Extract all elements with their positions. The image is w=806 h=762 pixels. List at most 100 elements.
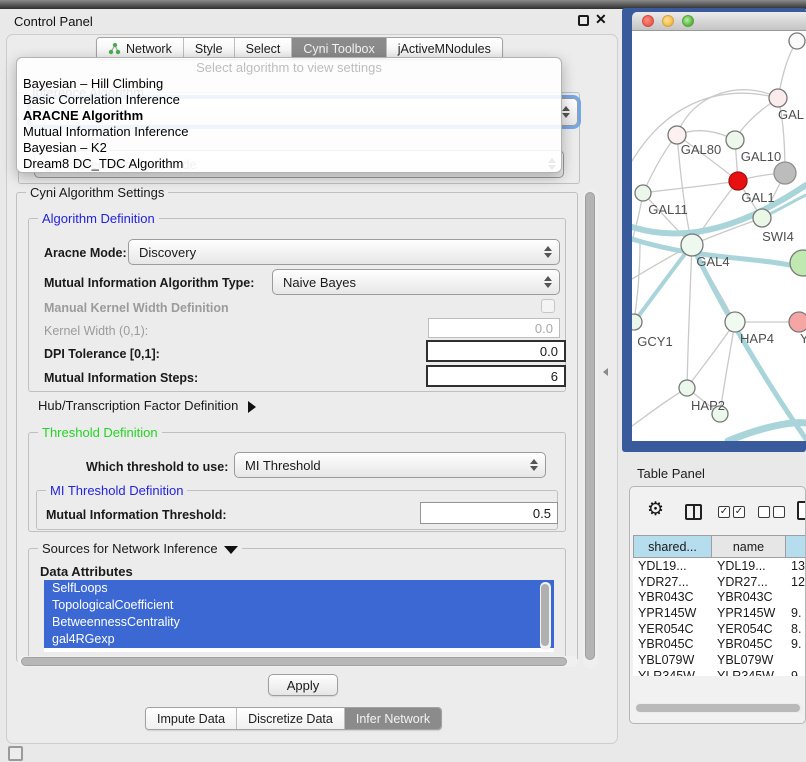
- which-threshold-combo[interactable]: MI Threshold: [234, 452, 546, 478]
- list-item-topologicalcoefficient[interactable]: TopologicalCoefficient: [44, 597, 554, 614]
- expanded-arrow-icon[interactable]: [224, 546, 238, 554]
- table-cell[interactable]: YBR043C: [633, 589, 712, 605]
- checked-checkbox-icon[interactable]: ✓: [718, 506, 730, 518]
- settings-horizontal-scrollbar[interactable]: [18, 656, 578, 667]
- unchecked-checkbox-icon[interactable]: [758, 506, 770, 518]
- minimized-panel-icon[interactable]: [8, 746, 23, 761]
- attributes-list-scrollbar[interactable]: [540, 582, 551, 650]
- node-GAL10[interactable]: [726, 131, 744, 149]
- scrollbar-thumb[interactable]: [541, 584, 549, 646]
- popup-item-basic-correlation[interactable]: Basic Correlation Inference: [17, 92, 561, 108]
- network-edge[interactable]: [634, 241, 640, 322]
- node-SWI4[interactable]: [790, 250, 806, 276]
- column-header-partial[interactable]: [786, 535, 806, 558]
- table-cell[interactable]: 12: [786, 574, 806, 590]
- tab-select[interactable]: Select: [234, 38, 292, 59]
- aracne-mode-combo[interactable]: Discovery: [128, 239, 560, 265]
- splitter-collapse-icon[interactable]: [603, 368, 608, 376]
- table-cell[interactable]: YER054C: [633, 621, 712, 637]
- network-edge[interactable]: [643, 181, 738, 193]
- page-icon[interactable]: [797, 501, 806, 520]
- node-gray[interactable]: [774, 162, 796, 184]
- table-cell[interactable]: YDR27...: [633, 574, 712, 590]
- table-cell[interactable]: YDR27...: [712, 574, 786, 590]
- minimize-traffic-light-icon[interactable]: [662, 15, 674, 27]
- network-edge[interactable]: [728, 423, 806, 441]
- tab-infer-network[interactable]: Infer Network: [344, 708, 441, 729]
- node-HAP2[interactable]: [679, 380, 695, 396]
- table-cell[interactable]: 8.: [786, 621, 806, 637]
- node-GAL4[interactable]: [681, 234, 703, 256]
- network-edge[interactable]: [687, 322, 735, 388]
- table-cell[interactable]: 9.: [786, 668, 806, 676]
- mi-steps-field[interactable]: 6: [426, 365, 566, 387]
- settings-vertical-scrollbar[interactable]: [583, 190, 598, 668]
- list-item-gal4rgexp[interactable]: gal4RGexp: [44, 631, 554, 648]
- float-window-icon[interactable]: [578, 15, 589, 26]
- table-cell[interactable]: YPR145W: [712, 605, 786, 621]
- checked-checkbox-icon[interactable]: ✓: [733, 506, 745, 518]
- table-cell[interactable]: [786, 589, 806, 605]
- table-cell[interactable]: 9.: [786, 605, 806, 621]
- node-salmon[interactable]: [789, 312, 806, 332]
- node-GAL11[interactable]: [635, 185, 651, 201]
- network-edge[interactable]: [634, 245, 692, 322]
- unchecked-checkbox-icon[interactable]: [773, 506, 785, 518]
- mi-threshold-field[interactable]: 0.5: [420, 502, 558, 524]
- dpi-tolerance-field[interactable]: 0.0: [426, 340, 566, 362]
- network-edge[interactable]: [632, 388, 687, 426]
- popup-item-bayesian-hill-climbing[interactable]: Bayesian – Hill Climbing: [17, 76, 561, 92]
- tab-discretize-data[interactable]: Discretize Data: [236, 708, 344, 729]
- tab-jactivemnodules[interactable]: jActiveMNodules: [386, 38, 502, 59]
- list-item-selfloops[interactable]: SelfLoops: [44, 580, 554, 597]
- close-traffic-light-icon[interactable]: [642, 15, 654, 27]
- popup-item-aracne[interactable]: ARACNE Algorithm: [17, 108, 561, 124]
- scrollbar-thumb[interactable]: [636, 704, 800, 712]
- table-horizontal-scrollbar[interactable]: [635, 703, 803, 713]
- popup-item-bayesian-k2[interactable]: Bayesian – K2: [17, 140, 561, 156]
- table-cell[interactable]: [786, 652, 806, 668]
- node-HAP4[interactable]: [725, 312, 745, 332]
- list-item-betweennesscentrality[interactable]: BetweennessCentrality: [44, 614, 554, 631]
- table-cell[interactable]: YLR345W: [633, 668, 712, 676]
- table-cell[interactable]: YBR045C: [712, 636, 786, 652]
- tab-impute-data[interactable]: Impute Data: [146, 708, 236, 729]
- split-columns-icon[interactable]: [685, 504, 702, 520]
- tab-style[interactable]: Style: [183, 38, 234, 59]
- table-cell[interactable]: YBR043C: [712, 589, 786, 605]
- table-cell[interactable]: 9.: [786, 636, 806, 652]
- table-cell[interactable]: YER054C: [712, 621, 786, 637]
- network-edge[interactable]: [643, 135, 677, 193]
- network-window-titlebar[interactable]: [632, 12, 806, 31]
- node-gal-partial[interactable]: [769, 89, 787, 107]
- node-GCY1[interactable]: [632, 314, 642, 330]
- table-cell[interactable]: 13: [786, 558, 806, 574]
- tab-network[interactable]: Network: [97, 38, 183, 59]
- gear-icon[interactable]: ⚙: [647, 499, 664, 521]
- table-cell[interactable]: YDL19...: [633, 558, 712, 574]
- zoom-traffic-light-icon[interactable]: [682, 15, 694, 27]
- node-GAL1[interactable]: [753, 209, 771, 227]
- network-edge[interactable]: [677, 90, 778, 135]
- mi-algorithm-type-combo[interactable]: Naive Bayes: [272, 269, 560, 295]
- table-cell[interactable]: YBR045C: [633, 636, 712, 652]
- scrollbar-thumb[interactable]: [585, 192, 595, 660]
- tab-cyni-toolbox[interactable]: Cyni Toolbox: [291, 38, 385, 59]
- manual-kernel-width-checkbox[interactable]: [541, 299, 555, 313]
- table-cell[interactable]: YDL19...: [712, 558, 786, 574]
- table-cell[interactable]: YLR345W: [712, 668, 786, 676]
- node-red[interactable]: [729, 172, 747, 190]
- apply-button[interactable]: Apply: [268, 674, 338, 696]
- table-cell[interactable]: YBL079W: [633, 652, 712, 668]
- column-header-name[interactable]: name: [712, 535, 786, 558]
- popup-item-mutual-information[interactable]: Mutual Information Inference: [17, 124, 561, 140]
- scrollbar-thumb[interactable]: [21, 657, 567, 666]
- table-cell[interactable]: YBL079W: [712, 652, 786, 668]
- network-edge[interactable]: [687, 245, 692, 388]
- table-cell[interactable]: YPR145W: [633, 605, 712, 621]
- hub-definition-toggle[interactable]: Hub/Transcription Factor Definition: [38, 398, 256, 413]
- kernel-width-field[interactable]: 0.0: [428, 318, 560, 338]
- column-header-shared-name[interactable]: shared...: [633, 535, 712, 558]
- close-icon[interactable]: ✕: [595, 11, 607, 28]
- network-canvas[interactable]: GALGAL80GAL10GAL1SWI4GAL11GAL4GCY1HAP4YH…: [632, 31, 806, 441]
